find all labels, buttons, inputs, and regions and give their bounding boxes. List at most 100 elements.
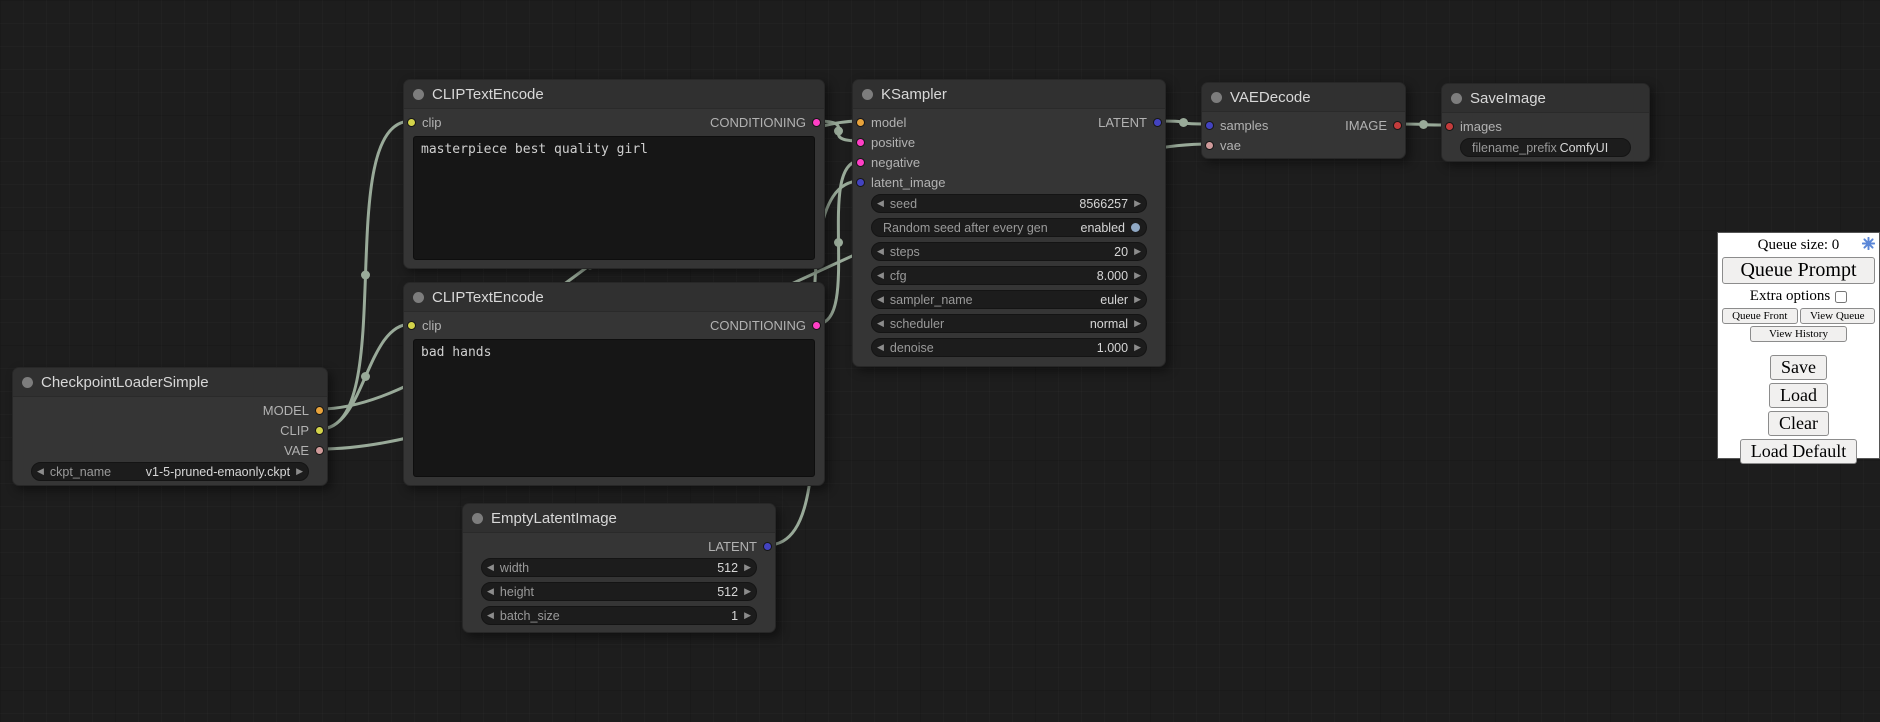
output-slot-CLIP[interactable]: CLIP bbox=[280, 420, 324, 440]
node-checkpoint-loader-simple[interactable]: CheckpointLoaderSimple MODELCLIPVAE ◀ckpt_… bbox=[12, 367, 328, 486]
input-slot-samples[interactable]: samples bbox=[1205, 115, 1268, 135]
increment-arrow-icon[interactable]: ▶ bbox=[744, 563, 751, 572]
widget-height[interactable]: ◀height512▶ bbox=[481, 582, 757, 601]
decrement-arrow-icon[interactable]: ◀ bbox=[877, 247, 884, 256]
increment-arrow-icon[interactable]: ▶ bbox=[296, 467, 303, 476]
input-slot-positive[interactable]: positive bbox=[856, 132, 915, 152]
decrement-arrow-icon[interactable]: ◀ bbox=[487, 611, 494, 620]
increment-arrow-icon[interactable]: ▶ bbox=[1134, 247, 1141, 256]
prompt-textarea[interactable]: bad hands bbox=[413, 339, 815, 477]
output-slot-dot-icon[interactable] bbox=[1153, 118, 1162, 127]
widget-width[interactable]: ◀width512▶ bbox=[481, 558, 757, 577]
increment-arrow-icon[interactable]: ▶ bbox=[1134, 199, 1141, 208]
output-slot-dot-icon[interactable] bbox=[812, 321, 821, 330]
widget-steps[interactable]: ◀steps20▶ bbox=[871, 242, 1147, 261]
input-slot-dot-icon[interactable] bbox=[1445, 122, 1454, 131]
queue-prompt-button[interactable]: Queue Prompt bbox=[1722, 257, 1875, 284]
node-empty-latent-image[interactable]: EmptyLatentImage LATENT ◀width512▶ ◀height5… bbox=[462, 503, 776, 633]
output-slot-LATENT[interactable]: LATENT bbox=[1098, 112, 1162, 132]
settings-gear-icon[interactable] bbox=[1862, 237, 1875, 250]
collapse-dot-icon[interactable] bbox=[22, 377, 33, 388]
output-slot-CONDITIONING[interactable]: CONDITIONING bbox=[710, 315, 821, 335]
input-slot-vae[interactable]: vae bbox=[1205, 135, 1241, 155]
input-slot-clip[interactable]: clip bbox=[407, 112, 442, 132]
output-slot-VAE[interactable]: VAE bbox=[284, 440, 324, 460]
collapse-dot-icon[interactable] bbox=[1451, 93, 1462, 104]
increment-arrow-icon[interactable]: ▶ bbox=[1134, 319, 1141, 328]
output-slot-dot-icon[interactable] bbox=[763, 542, 772, 551]
input-slot-dot-icon[interactable] bbox=[856, 118, 865, 127]
widget-ckpt-name[interactable]: ◀ckpt_namev1-5-pruned-emaonly.ckpt▶ bbox=[31, 462, 309, 481]
output-slot-dot-icon[interactable] bbox=[315, 426, 324, 435]
collapse-dot-icon[interactable] bbox=[862, 89, 873, 100]
output-slot-dot-icon[interactable] bbox=[1393, 121, 1402, 130]
toggle-on-icon[interactable] bbox=[1131, 223, 1140, 232]
decrement-arrow-icon[interactable]: ◀ bbox=[877, 319, 884, 328]
widget-random-seed-after-every-gen[interactable]: Random seed after every genenabled bbox=[871, 218, 1147, 237]
queue-front-button[interactable]: Queue Front bbox=[1722, 308, 1798, 324]
widget-batch-size[interactable]: ◀batch_size1▶ bbox=[481, 606, 757, 625]
output-slot-dot-icon[interactable] bbox=[315, 406, 324, 415]
collapse-dot-icon[interactable] bbox=[1211, 92, 1222, 103]
decrement-arrow-icon[interactable]: ◀ bbox=[487, 563, 494, 572]
input-slot-negative[interactable]: negative bbox=[856, 152, 920, 172]
collapse-dot-icon[interactable] bbox=[472, 513, 483, 524]
output-slot-LATENT[interactable]: LATENT bbox=[708, 536, 772, 556]
node-clip-text-encode-positive[interactable]: CLIPTextEncode clip CONDITIONING masterpiec… bbox=[403, 79, 825, 269]
node-title-bar[interactable]: CheckpointLoaderSimple bbox=[13, 368, 327, 397]
input-slot-dot-icon[interactable] bbox=[407, 321, 416, 330]
widget-filename-prefix[interactable]: filename_prefixComfyUI bbox=[1460, 138, 1631, 157]
load-button[interactable]: Load bbox=[1769, 383, 1828, 408]
decrement-arrow-icon[interactable]: ◀ bbox=[487, 587, 494, 596]
widget-scheduler[interactable]: ◀schedulernormal▶ bbox=[871, 314, 1147, 333]
load-default-button[interactable]: Load Default bbox=[1740, 439, 1857, 464]
widget-sampler-name[interactable]: ◀sampler_nameeuler▶ bbox=[871, 290, 1147, 309]
prompt-textarea[interactable]: masterpiece best quality girl bbox=[413, 136, 815, 260]
decrement-arrow-icon[interactable]: ◀ bbox=[877, 295, 884, 304]
clear-button[interactable]: Clear bbox=[1768, 411, 1829, 436]
output-slot-IMAGE[interactable]: IMAGE bbox=[1345, 115, 1402, 135]
increment-arrow-icon[interactable]: ▶ bbox=[744, 611, 751, 620]
widget-cfg[interactable]: ◀cfg8.000▶ bbox=[871, 266, 1147, 285]
increment-arrow-icon[interactable]: ▶ bbox=[1134, 271, 1141, 280]
increment-arrow-icon[interactable]: ▶ bbox=[1134, 295, 1141, 304]
node-graph-canvas[interactable]: CheckpointLoaderSimple MODELCLIPVAE ◀ckpt_… bbox=[0, 0, 1880, 722]
view-history-button[interactable]: View History bbox=[1750, 326, 1848, 342]
input-slot-model[interactable]: model bbox=[856, 112, 906, 132]
input-slot-dot-icon[interactable] bbox=[407, 118, 416, 127]
node-ksampler[interactable]: KSampler modelpositivenegativelatent_imag… bbox=[852, 79, 1166, 367]
node-save-image[interactable]: SaveImage images filename_prefixComfyUI bbox=[1441, 83, 1650, 162]
decrement-arrow-icon[interactable]: ◀ bbox=[877, 271, 884, 280]
output-slot-dot-icon[interactable] bbox=[315, 446, 324, 455]
input-slot-dot-icon[interactable] bbox=[1205, 141, 1214, 150]
save-button[interactable]: Save bbox=[1770, 355, 1827, 380]
decrement-arrow-icon[interactable]: ◀ bbox=[37, 467, 44, 476]
increment-arrow-icon[interactable]: ▶ bbox=[744, 587, 751, 596]
input-slot-dot-icon[interactable] bbox=[856, 178, 865, 187]
node-title-bar[interactable]: EmptyLatentImage bbox=[463, 504, 775, 533]
widget-denoise[interactable]: ◀denoise1.000▶ bbox=[871, 338, 1147, 357]
node-title-bar[interactable]: SaveImage bbox=[1442, 84, 1649, 113]
input-slot-dot-icon[interactable] bbox=[1205, 121, 1214, 130]
increment-arrow-icon[interactable]: ▶ bbox=[1134, 343, 1141, 352]
node-title-bar[interactable]: CLIPTextEncode bbox=[404, 283, 824, 312]
input-slot-dot-icon[interactable] bbox=[856, 158, 865, 167]
node-title-bar[interactable]: KSampler bbox=[853, 80, 1165, 109]
view-queue-button[interactable]: View Queue bbox=[1800, 308, 1876, 324]
node-title-bar[interactable]: CLIPTextEncode bbox=[404, 80, 824, 109]
collapse-dot-icon[interactable] bbox=[413, 89, 424, 100]
input-slot-latent_image[interactable]: latent_image bbox=[856, 172, 945, 192]
input-slot-images[interactable]: images bbox=[1445, 116, 1502, 136]
output-slot-dot-icon[interactable] bbox=[812, 118, 821, 127]
decrement-arrow-icon[interactable]: ◀ bbox=[877, 343, 884, 352]
input-slot-dot-icon[interactable] bbox=[856, 138, 865, 147]
collapse-dot-icon[interactable] bbox=[413, 292, 424, 303]
output-slot-CONDITIONING[interactable]: CONDITIONING bbox=[710, 112, 821, 132]
node-vae-decode[interactable]: VAEDecode samplesvae IMAGE bbox=[1201, 82, 1406, 159]
output-slot-MODEL[interactable]: MODEL bbox=[263, 400, 324, 420]
node-title-bar[interactable]: VAEDecode bbox=[1202, 83, 1405, 112]
widget-seed[interactable]: ◀seed8566257▶ bbox=[871, 194, 1147, 213]
decrement-arrow-icon[interactable]: ◀ bbox=[877, 199, 884, 208]
input-slot-clip[interactable]: clip bbox=[407, 315, 442, 335]
extra-options-checkbox[interactable] bbox=[1835, 291, 1847, 303]
